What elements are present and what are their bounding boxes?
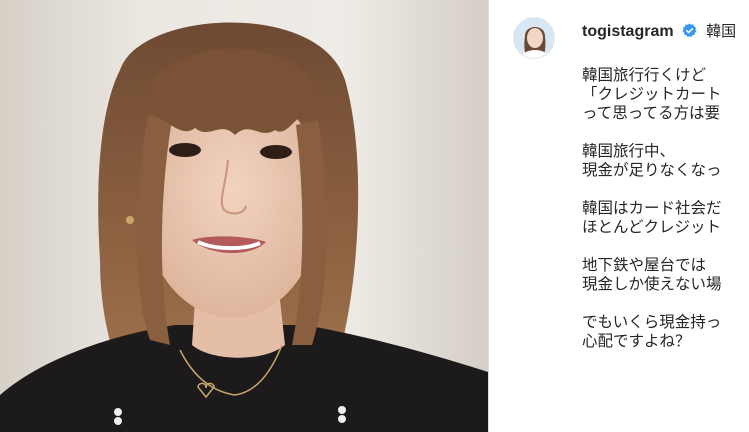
caption-line: 韓国旅行行くけど (582, 66, 707, 84)
caption-line: 現金が足りなくなっ (582, 161, 722, 179)
caption-paragraph: でもいくら現金持っ 心配ですよね？ (582, 313, 749, 351)
woman-portrait-image (0, 0, 488, 432)
avatar-portrait-icon (514, 18, 554, 58)
caption-paragraph: 地下鉄や屋台では 現金しか使えない場 (582, 256, 749, 294)
caption-paragraph: 韓国旅行行くけど 「クレジットカート って思ってる方は要 (582, 66, 749, 123)
profile-avatar[interactable] (513, 17, 555, 59)
caption-line: 韓国はカード社会だ (582, 199, 722, 217)
verified-badge-icon (682, 23, 697, 38)
caption-paragraph: 韓国旅行中、 現金が足りなくなっ (582, 142, 749, 180)
caption-body: 韓国旅行行くけど 「クレジットカート って思ってる方は要 韓国旅行中、 現金が足… (582, 66, 749, 370)
post-header: togistagram 韓国 (582, 19, 736, 44)
caption-line: 「クレジットカート (582, 85, 722, 103)
caption-line: 心配ですよね？ (582, 332, 691, 350)
caption-panel: togistagram 韓国 韓国旅行行くけど 「クレジットカート って思ってる… (489, 0, 749, 432)
caption-line: って思ってる方は要 (582, 104, 720, 122)
caption-line: 韓国旅行中、 (582, 142, 676, 160)
username-link[interactable]: togistagram (582, 23, 674, 40)
caption-paragraph: 韓国はカード社会だ ほとんどクレジット (582, 199, 749, 237)
caption-line: 現金しか使えない場 (582, 275, 722, 293)
caption-line: 地下鉄や屋台では (582, 256, 707, 274)
post-media[interactable] (0, 0, 488, 432)
caption-line: ほとんどクレジット (582, 218, 722, 236)
header-caption-start: 韓国 (706, 22, 737, 40)
caption-line: でもいくら現金持っ (582, 313, 722, 331)
